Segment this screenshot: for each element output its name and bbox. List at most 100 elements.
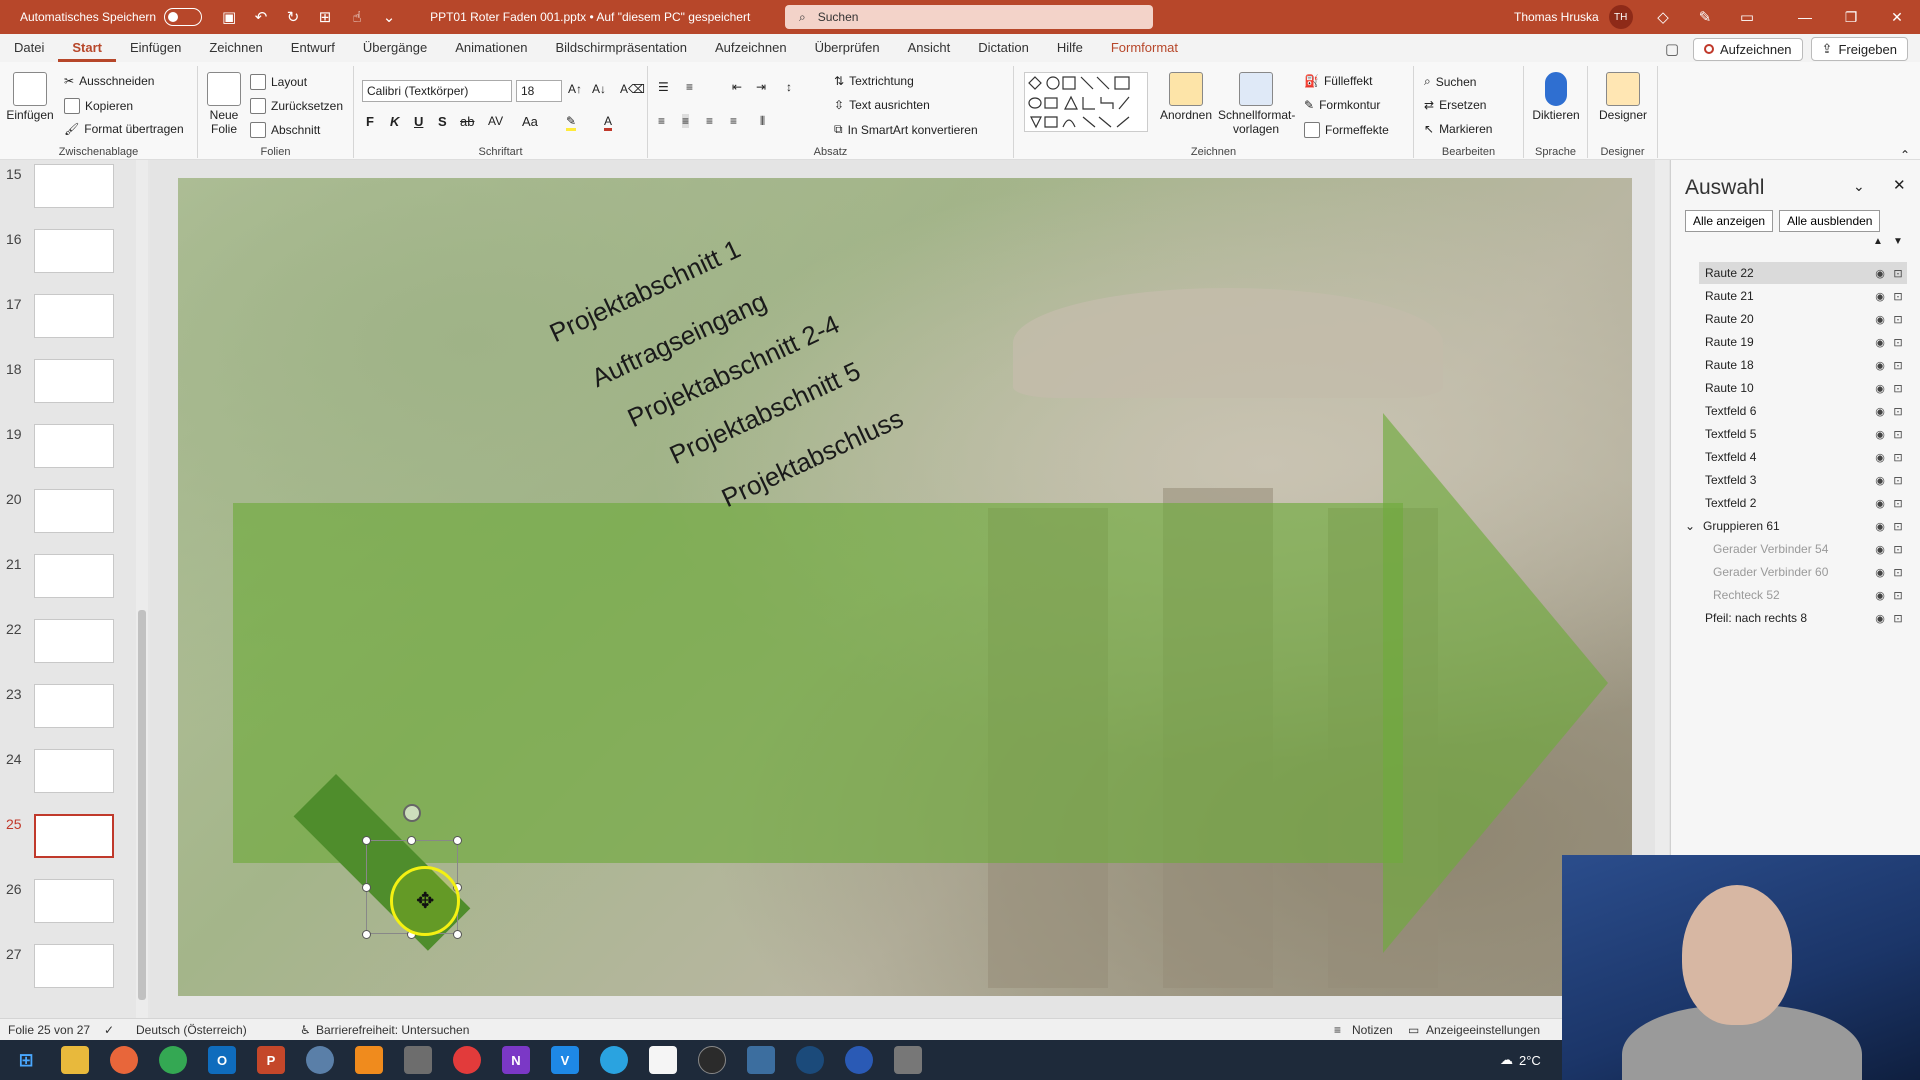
app-icon[interactable] [404, 1046, 432, 1074]
slide-thumbnail[interactable] [34, 489, 114, 533]
resize-handle[interactable] [362, 883, 371, 892]
obs-icon[interactable] [698, 1046, 726, 1074]
tab-ansicht[interactable]: Ansicht [894, 34, 965, 62]
search-box[interactable]: ⌕ Suchen [785, 5, 1153, 29]
cut-button[interactable]: ✂ Ausschneiden [64, 74, 154, 88]
slide-thumbnail[interactable] [34, 164, 114, 208]
clear-format-icon[interactable]: A⌫ [620, 82, 645, 96]
visibility-eye-icon[interactable]: ◉ [1871, 543, 1889, 556]
lock-icon[interactable]: ⊡ [1889, 566, 1907, 579]
maximize-icon[interactable]: ❐ [1828, 0, 1874, 34]
justify-icon[interactable]: ≡ [730, 114, 737, 128]
bullets-icon[interactable]: ☰ [658, 80, 669, 94]
visibility-eye-icon[interactable]: ◉ [1871, 566, 1889, 579]
vlc-icon[interactable] [355, 1046, 383, 1074]
app-icon[interactable] [306, 1046, 334, 1074]
font-color-icon[interactable]: A [604, 114, 613, 131]
selection-item[interactable]: Gerader Verbinder 54 ◉ ⊡ [1699, 538, 1907, 560]
save-icon[interactable]: ▣ [216, 4, 242, 30]
close-icon[interactable]: ✕ [1893, 176, 1906, 194]
shapes-gallery[interactable] [1024, 72, 1148, 132]
lock-icon[interactable]: ⊡ [1889, 589, 1907, 602]
lock-icon[interactable]: ⊡ [1889, 428, 1907, 441]
tab-einfuegen[interactable]: Einfügen [116, 34, 195, 62]
underline-button[interactable]: U [414, 114, 423, 129]
bring-forward-icon[interactable]: ▲ [1873, 236, 1883, 247]
document-title[interactable]: PPT01 Roter Faden 001.pptx • Auf "diesem… [430, 10, 750, 24]
selection-item[interactable]: Raute 10 ◉ ⊡ [1699, 377, 1907, 399]
align-center-icon[interactable]: ≡ [682, 114, 690, 128]
selection-item[interactable]: ⌄ Gruppieren 61 ◉ ⊡ [1685, 515, 1907, 537]
tab-zeichnen[interactable]: Zeichnen [195, 34, 276, 62]
telegram-icon[interactable] [600, 1046, 628, 1074]
paste-button[interactable]: Einfügen [6, 72, 54, 122]
tab-start[interactable]: Start [58, 34, 116, 62]
char-spacing-icon[interactable]: AV [488, 114, 503, 128]
outlook-icon[interactable]: O [208, 1046, 236, 1074]
diamond-icon[interactable]: ◇ [1650, 4, 1676, 30]
slide-thumbnail[interactable] [34, 814, 114, 858]
tab-dictation[interactable]: Dictation [964, 34, 1043, 62]
app-icon[interactable] [796, 1046, 824, 1074]
selection-item[interactable]: Textfeld 2 ◉ ⊡ [1699, 492, 1907, 514]
resize-handle[interactable] [362, 836, 371, 845]
app-icon[interactable] [845, 1046, 873, 1074]
share-button[interactable]: ⇪ Freigeben [1810, 37, 1908, 61]
change-case-button[interactable]: Aa [522, 114, 538, 129]
align-text-button[interactable]: ⇳ Text ausrichten [834, 98, 930, 112]
visibility-eye-icon[interactable]: ◉ [1871, 520, 1889, 533]
tab-formformat[interactable]: Formformat [1097, 34, 1192, 62]
selection-item[interactable]: Raute 19 ◉ ⊡ [1699, 331, 1907, 353]
visibility-eye-icon[interactable]: ◉ [1871, 267, 1889, 280]
selection-item[interactable]: Raute 20 ◉ ⊡ [1699, 308, 1907, 330]
align-right-icon[interactable]: ≡ [706, 114, 713, 128]
reset-button[interactable]: Zurücksetzen [250, 98, 343, 114]
new-slide-button[interactable]: Neue Folie [204, 72, 244, 136]
comments-icon[interactable]: ▢ [1659, 36, 1685, 62]
shape-outline-button[interactable]: ✎ Formkontur [1304, 98, 1380, 112]
record-button[interactable]: Aufzeichnen [1692, 37, 1803, 61]
lock-icon[interactable]: ⊡ [1889, 359, 1907, 372]
section-button[interactable]: Abschnitt [250, 122, 320, 138]
shape-fill-button[interactable]: ⛽ Fülleffekt [1304, 74, 1372, 88]
app-icon[interactable] [747, 1046, 775, 1074]
lock-icon[interactable]: ⊡ [1889, 612, 1907, 625]
avatar[interactable]: TH [1608, 5, 1633, 29]
visibility-eye-icon[interactable]: ◉ [1871, 428, 1889, 441]
selection-item[interactable]: Raute 18 ◉ ⊡ [1699, 354, 1907, 376]
lock-icon[interactable]: ⊡ [1889, 474, 1907, 487]
tab-datei[interactable]: Datei [0, 34, 58, 62]
visibility-eye-icon[interactable]: ◉ [1871, 313, 1889, 326]
quick-styles-button[interactable]: Schnellformat-vorlagen [1218, 72, 1295, 136]
font-size-select[interactable]: 18 [516, 80, 562, 102]
selection-item[interactable]: Rechteck 52 ◉ ⊡ [1699, 584, 1907, 606]
visibility-eye-icon[interactable]: ◉ [1871, 382, 1889, 395]
tab-animationen[interactable]: Animationen [441, 34, 541, 62]
select-button[interactable]: ↖ Markieren [1424, 122, 1492, 136]
undo-icon[interactable]: ↶ [248, 4, 274, 30]
slide-thumbnail[interactable] [34, 554, 114, 598]
slide-thumbnail[interactable] [34, 749, 114, 793]
notes-button[interactable]: Notizen [1352, 1023, 1393, 1037]
line-spacing-icon[interactable]: ↕ [786, 80, 792, 94]
chrome-icon[interactable] [159, 1046, 187, 1074]
designer-button[interactable]: Designer [1592, 72, 1654, 122]
onenote-icon[interactable]: N [502, 1046, 530, 1074]
language-status[interactable]: Deutsch (Österreich) [136, 1023, 247, 1037]
shadow-button[interactable]: S [438, 114, 447, 129]
hide-all-button[interactable]: Alle ausblenden [1779, 210, 1881, 232]
firefox-icon[interactable] [110, 1046, 138, 1074]
slide-thumbnail[interactable] [34, 879, 114, 923]
visibility-eye-icon[interactable]: ◉ [1871, 451, 1889, 464]
lock-icon[interactable]: ⊡ [1889, 405, 1907, 418]
tab-entwurf[interactable]: Entwurf [277, 34, 349, 62]
visibility-eye-icon[interactable]: ◉ [1871, 589, 1889, 602]
close-icon[interactable]: ✕ [1874, 0, 1920, 34]
selection-item[interactable]: Textfeld 3 ◉ ⊡ [1699, 469, 1907, 491]
numbering-icon[interactable]: ≡ [686, 80, 693, 94]
visibility-eye-icon[interactable]: ◉ [1871, 405, 1889, 418]
visibility-eye-icon[interactable]: ◉ [1871, 612, 1889, 625]
file-explorer-icon[interactable] [61, 1046, 89, 1074]
resize-handle[interactable] [453, 836, 462, 845]
copy-button[interactable]: Kopieren [64, 98, 133, 114]
